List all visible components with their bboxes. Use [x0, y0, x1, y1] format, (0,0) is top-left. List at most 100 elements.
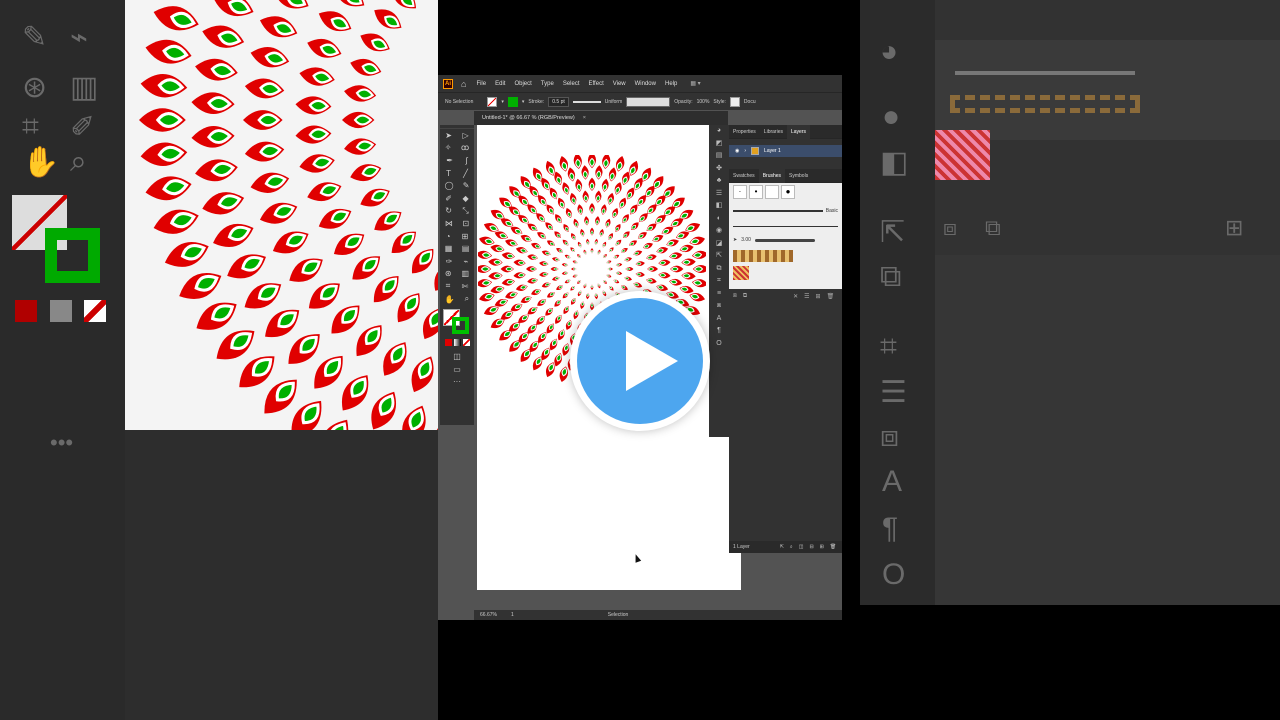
tab-swatches[interactable]: Swatches	[729, 173, 759, 179]
menu-effect[interactable]: Effect	[589, 81, 604, 87]
brush-definition-dropdown[interactable]	[626, 96, 671, 107]
brush-dot-large[interactable]: ●	[781, 185, 795, 199]
thin-brush[interactable]	[733, 226, 838, 227]
slice-tool-icon[interactable]: ✄	[462, 282, 469, 291]
tab-libraries[interactable]: Libraries	[760, 129, 787, 135]
mesh-tool-icon[interactable]: ▦	[445, 244, 453, 253]
fill-dropdown-icon[interactable]: ▾	[501, 99, 504, 105]
tab-layers[interactable]: Layers	[786, 124, 810, 139]
symbols-panel-icon[interactable]: ♣	[709, 175, 729, 188]
visibility-eye-icon[interactable]: ◉	[735, 148, 739, 154]
stroke-profile[interactable]: Uniform	[605, 99, 623, 105]
fill-stroke-widget[interactable]	[440, 309, 474, 337]
new-layer-icon[interactable]: ⊞	[820, 544, 824, 550]
brush-dot-small[interactable]: ·	[733, 185, 747, 199]
pen-tool-icon[interactable]: ✒	[446, 156, 453, 165]
line-tool-icon[interactable]: ╱	[463, 169, 468, 178]
swatches-panel-icon[interactable]: ▤	[709, 150, 729, 163]
none-mode-button[interactable]	[462, 339, 470, 347]
style-swatch[interactable]	[729, 96, 740, 107]
transform-panel-icon[interactable]: ⌗	[709, 275, 729, 288]
brush-library-menu-icon[interactable]: ⧈	[733, 293, 737, 300]
symbol-sprayer-tool-icon[interactable]: ⊛	[445, 269, 452, 278]
transparency-panel-icon[interactable]: ◐	[709, 213, 729, 226]
pathfinder-panel-icon[interactable]: ⧉	[709, 263, 729, 276]
graph-tool-icon[interactable]: ▥	[461, 269, 469, 278]
rotate-tool-icon[interactable]: ↻	[445, 206, 452, 215]
play-button[interactable]	[570, 291, 710, 431]
perspective-grid-icon[interactable]: ⊞	[462, 232, 469, 241]
shape-builder-icon[interactable]: ◔	[446, 232, 451, 241]
brush-blank[interactable]	[765, 185, 779, 199]
artboard-tool-icon[interactable]: ⌗	[446, 281, 451, 291]
zoom-level-field[interactable]: 66.67%	[480, 612, 497, 618]
new-brush-icon[interactable]: ⊞	[816, 293, 821, 300]
current-tool-status[interactable]: Selection	[608, 612, 629, 618]
shaper-tool-icon[interactable]: ✐	[445, 194, 452, 203]
magic-wand-icon[interactable]: ✧	[445, 143, 452, 152]
opacity-field[interactable]: 100%	[697, 99, 710, 105]
document-setup-button[interactable]: Docu	[744, 99, 756, 105]
pattern-brush-1[interactable]	[733, 250, 793, 262]
menu-view[interactable]: View	[613, 81, 626, 87]
selection-tool-icon[interactable]: ➤	[445, 131, 452, 140]
menu-help[interactable]: Help	[665, 81, 677, 87]
lasso-icon[interactable]: ꝏ	[461, 143, 469, 152]
direct-selection-tool-icon[interactable]: ▷	[463, 131, 469, 140]
export-layer-icon[interactable]: ⇱	[780, 544, 784, 550]
export-panel-icon[interactable]: ⇱	[709, 250, 729, 263]
document-tab[interactable]: Untitled-1* @ 66.67 % (RGB/Preview) ×	[474, 111, 728, 125]
edit-toolbar-icon[interactable]: ···	[453, 377, 461, 386]
screen-mode-icon[interactable]: ▭	[453, 365, 461, 374]
color-mode-button[interactable]	[444, 339, 452, 347]
stroke-swatch[interactable]	[507, 96, 518, 107]
scale-tool-icon[interactable]: ⤡	[462, 206, 468, 216]
close-tab-icon[interactable]: ×	[583, 115, 586, 121]
menu-file[interactable]: File	[476, 81, 486, 87]
stroke-weight-field[interactable]: 0.5 pt	[548, 96, 569, 107]
hand-tool-icon[interactable]: ✋	[445, 295, 455, 304]
stroke-label[interactable]: Stroke:	[528, 99, 544, 105]
delete-layer-icon[interactable]: 🗑	[830, 544, 836, 550]
expand-chevron-icon[interactable]: ›	[744, 148, 746, 154]
tab-properties[interactable]: Properties	[729, 129, 760, 135]
color-guide-icon[interactable]: ◩	[709, 138, 729, 151]
brush-dot-medium[interactable]: •	[749, 185, 763, 199]
fill-swatch[interactable]	[487, 96, 498, 107]
zoom-tool-icon[interactable]: ⌕	[465, 294, 469, 304]
menu-object[interactable]: Object	[514, 81, 531, 87]
calligraphic-brush[interactable]	[754, 238, 815, 242]
pattern-brush-2[interactable]	[733, 266, 749, 280]
curvature-tool-icon[interactable]: ∫	[466, 156, 468, 165]
menu-window[interactable]: Window	[635, 81, 656, 87]
type-tool-icon[interactable]: T	[446, 169, 451, 178]
eraser-icon[interactable]: ◆	[463, 194, 469, 203]
width-tool-icon[interactable]: ⋈	[445, 219, 453, 228]
layer-name[interactable]: Layer 1	[764, 148, 781, 154]
tab-symbols[interactable]: Symbols	[785, 173, 812, 179]
gradient-tool-icon[interactable]: ▤	[462, 244, 470, 253]
blend-tool-icon[interactable]: ⌁	[464, 257, 469, 266]
opentype-panel-icon[interactable]: O	[709, 338, 729, 351]
artboard-navigation-field[interactable]: 1	[511, 612, 514, 618]
libraries-panel-icon[interactable]: ⧉	[743, 293, 747, 300]
workspace-switcher-icon[interactable]: ▦ ▾	[690, 80, 700, 87]
free-transform-icon[interactable]: ⊡	[462, 219, 469, 228]
paintbrush-icon[interactable]: ✎	[463, 181, 470, 190]
delete-brush-icon[interactable]: 🗑	[827, 293, 835, 300]
eyedropper-tool-icon[interactable]: ✑	[446, 257, 453, 266]
menu-edit[interactable]: Edit	[495, 81, 505, 87]
align-panel-icon[interactable]: ≡	[709, 288, 729, 301]
layers-panel-icon[interactable]: ⧈	[709, 300, 729, 313]
home-icon[interactable]: ⌂	[461, 79, 466, 89]
character-panel-icon[interactable]: A	[709, 313, 729, 326]
tab-brushes[interactable]: Brushes	[758, 168, 786, 183]
opacity-label[interactable]: Opacity:	[674, 99, 692, 105]
color-panel-icon[interactable]: ◉	[709, 225, 729, 238]
remove-stroke-icon[interactable]: ✕	[793, 293, 798, 300]
stroke-dropdown-icon[interactable]: ▾	[522, 99, 525, 105]
ellipse-tool-icon[interactable]: ◯	[445, 181, 454, 190]
new-sublayer-icon[interactable]: ⊟	[809, 544, 813, 550]
menu-select[interactable]: Select	[563, 81, 580, 87]
paragraph-panel-icon[interactable]: ¶	[709, 325, 729, 338]
